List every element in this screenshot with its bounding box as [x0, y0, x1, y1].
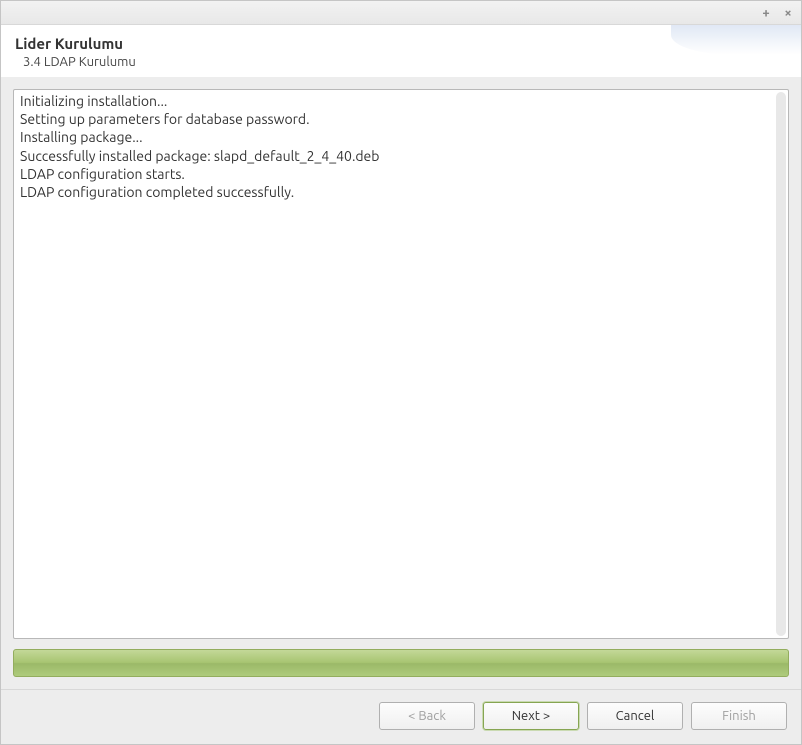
- minimize-or-add-icon[interactable]: +: [759, 6, 773, 20]
- progress-bar: [13, 649, 789, 677]
- back-button: < Back: [379, 702, 475, 730]
- scrollbar[interactable]: [776, 92, 786, 636]
- content-area: Initializing installation... Setting up …: [1, 77, 801, 689]
- installation-log[interactable]: Initializing installation... Setting up …: [13, 89, 789, 639]
- close-icon[interactable]: ×: [781, 6, 795, 20]
- wizard-header: Lider Kurulumu 3.4 LDAP Kurulumu: [1, 25, 801, 77]
- cancel-button[interactable]: Cancel: [587, 702, 683, 730]
- finish-button: Finish: [691, 702, 787, 730]
- button-row: < Back Next > Cancel Finish: [1, 689, 801, 744]
- wizard-window: + × Lider Kurulumu 3.4 LDAP Kurulumu Ini…: [0, 0, 802, 745]
- next-button[interactable]: Next >: [483, 702, 579, 730]
- titlebar: + ×: [1, 1, 801, 25]
- page-subtitle: 3.4 LDAP Kurulumu: [23, 55, 787, 69]
- log-text: Initializing installation... Setting up …: [14, 90, 788, 203]
